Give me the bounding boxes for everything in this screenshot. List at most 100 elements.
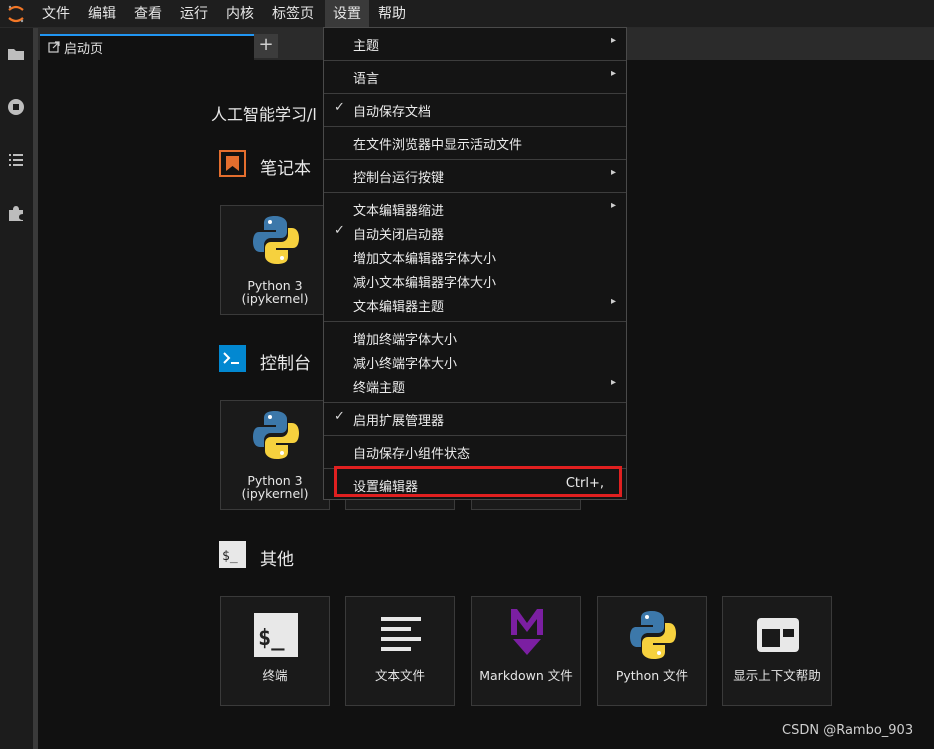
annotation-highlight-box <box>334 466 622 497</box>
launcher-path-title: 人工智能学习/l <box>211 105 317 124</box>
card-label: 显示上下文帮助 <box>733 668 821 683</box>
menu-item-label: 启用扩展管理器 <box>353 414 445 429</box>
menu-kernel[interactable]: 内核 <box>226 0 254 28</box>
menu-item-label: 自动保存文档 <box>353 105 432 120</box>
menu-item-label: 减小终端字体大小 <box>353 357 458 372</box>
menu-item-label: 终端主题 <box>353 381 406 396</box>
left-sidebar <box>0 28 33 749</box>
menu-item-label: 文本编辑器缩进 <box>353 204 445 219</box>
terminal-card[interactable]: $_ 终端 <box>220 596 330 706</box>
menu-item-label: 减小文本编辑器字体大小 <box>353 276 497 291</box>
table-of-contents-icon[interactable] <box>6 150 26 170</box>
folder-icon[interactable] <box>6 44 26 64</box>
extension-icon[interactable] <box>6 203 26 223</box>
menu-run[interactable]: 运行 <box>180 0 208 28</box>
submenu-arrow-icon: ▸ <box>610 377 616 388</box>
settings-item-language[interactable]: 语言 ▸ <box>324 66 626 88</box>
running-icon[interactable] <box>6 97 26 117</box>
menu-bar: 文件 编辑 查看 运行 内核 标签页 设置 帮助 <box>0 0 934 28</box>
card-label: Markdown 文件 <box>479 668 573 683</box>
settings-item-editor-theme[interactable]: 文本编辑器主题 ▸ <box>324 294 626 316</box>
console-python3-card[interactable]: Python 3 (ipykernel) <box>220 400 330 510</box>
console-section-icon <box>219 345 246 372</box>
settings-item-terminal-theme[interactable]: 终端主题 ▸ <box>324 375 626 397</box>
settings-item-decrease-editor-font[interactable]: 减小文本编辑器字体大小 <box>324 270 626 292</box>
watermark: CSDN @Rambo_903 <box>782 723 914 738</box>
submenu-arrow-icon: ▸ <box>610 167 616 178</box>
settings-item-editor-indent[interactable]: 文本编辑器缩进 ▸ <box>324 198 626 220</box>
checkmark-icon: ✓ <box>334 409 345 424</box>
python-icon <box>630 611 676 659</box>
settings-item-autoclose-launcher[interactable]: ✓ 自动关闭启动器 <box>324 222 626 244</box>
text-file-icon <box>381 617 421 651</box>
menu-item-label: 控制台运行按键 <box>353 171 445 186</box>
submenu-arrow-icon: ▸ <box>610 296 616 307</box>
checkmark-icon: ✓ <box>334 223 345 238</box>
submenu-arrow-icon: ▸ <box>610 68 616 79</box>
menu-help[interactable]: 帮助 <box>378 0 406 28</box>
menu-file[interactable]: 文件 <box>42 0 70 28</box>
card-label: Python 文件 <box>615 668 689 683</box>
card-label: 文本文件 <box>374 668 425 683</box>
menu-divider <box>324 60 626 61</box>
other-section-icon: $_ <box>219 541 246 568</box>
checkmark-icon: ✓ <box>334 100 345 115</box>
menu-divider <box>324 321 626 322</box>
python-file-card[interactable]: Python 文件 <box>597 596 707 706</box>
jupyter-logo-icon <box>8 5 24 23</box>
settings-item-increase-terminal-font[interactable]: 增加终端字体大小 <box>324 327 626 349</box>
notebook-python3-card[interactable]: Python 3 (ipykernel) <box>220 205 330 315</box>
svg-text:$_: $_ <box>258 626 285 651</box>
menu-item-label: 自动保存小组件状态 <box>353 447 471 462</box>
menu-item-label: 增加终端字体大小 <box>353 333 458 348</box>
settings-item-theme[interactable]: 主题 ▸ <box>324 33 626 55</box>
submenu-arrow-icon: ▸ <box>610 200 616 211</box>
launcher-tab-icon <box>48 41 60 53</box>
card-label-line2: (ipykernel) <box>241 486 309 501</box>
add-tab-button[interactable]: + <box>254 34 278 58</box>
menu-item-label: 语言 <box>353 72 380 87</box>
tab-launcher-label: 启动页 <box>64 42 104 57</box>
submenu-arrow-icon: ▸ <box>610 35 616 46</box>
card-label-line2: (ipykernel) <box>241 291 309 306</box>
settings-item-console-run-keys[interactable]: 控制台运行按键 ▸ <box>324 165 626 187</box>
settings-item-show-active-file[interactable]: 在文件浏览器中显示活动文件 <box>324 132 626 154</box>
other-section-title: 其他 <box>260 550 294 570</box>
menu-item-label: 增加文本编辑器字体大小 <box>353 252 497 267</box>
menu-divider <box>324 159 626 160</box>
jupyterlab-window: 文件 编辑 查看 运行 内核 标签页 设置 帮助 启动页 + 人工智能学习/l … <box>0 0 934 749</box>
menu-item-label: 文本编辑器主题 <box>353 300 445 315</box>
menu-item-label: 在文件浏览器中显示活动文件 <box>353 138 523 153</box>
menu-view[interactable]: 查看 <box>134 0 162 28</box>
tab-launcher[interactable]: 启动页 <box>40 34 254 60</box>
python-icon <box>253 411 299 459</box>
text-file-card[interactable]: 文本文件 <box>345 596 455 706</box>
notebook-section-icon <box>219 150 246 177</box>
settings-item-increase-editor-font[interactable]: 增加文本编辑器字体大小 <box>324 246 626 268</box>
settings-item-decrease-terminal-font[interactable]: 减小终端字体大小 <box>324 351 626 373</box>
terminal-icon: $_ <box>254 613 298 657</box>
menu-item-label: 自动关闭启动器 <box>353 228 445 243</box>
svg-text:$_: $_ <box>222 549 238 564</box>
console-section-title: 控制台 <box>260 354 311 374</box>
notebook-section-title: 笔记本 <box>260 159 311 179</box>
menu-divider <box>324 402 626 403</box>
menu-item-label: 主题 <box>353 39 380 54</box>
menu-edit[interactable]: 编辑 <box>88 0 116 28</box>
markdown-card[interactable]: Markdown 文件 <box>471 596 581 706</box>
settings-dropdown-menu: 主题 ▸ 语言 ▸ ✓ 自动保存文档 在文件浏览器中显示活动文件 控制台运行按键… <box>323 27 627 500</box>
menu-divider <box>324 192 626 193</box>
menu-divider <box>324 93 626 94</box>
menu-settings[interactable]: 设置 <box>325 0 369 28</box>
settings-item-autosave-widget-state[interactable]: 自动保存小组件状态 <box>324 441 626 463</box>
settings-item-extension-manager[interactable]: ✓ 启用扩展管理器 <box>324 408 626 430</box>
card-label: 终端 <box>262 668 288 683</box>
context-help-icon <box>757 618 799 652</box>
context-help-card[interactable]: 显示上下文帮助 <box>722 596 832 706</box>
menu-tabs[interactable]: 标签页 <box>272 0 314 28</box>
markdown-icon <box>511 609 543 655</box>
python-icon <box>253 216 299 264</box>
settings-item-autosave[interactable]: ✓ 自动保存文档 <box>324 99 626 121</box>
menu-divider <box>324 126 626 127</box>
menu-divider <box>324 435 626 436</box>
